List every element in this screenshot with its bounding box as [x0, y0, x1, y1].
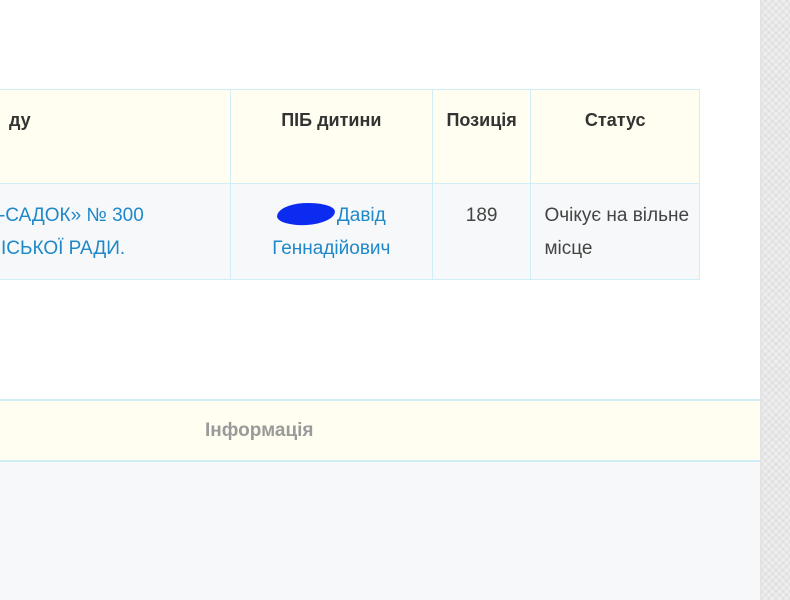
scrollbar-track[interactable] — [760, 0, 790, 600]
cell-school: ЯСЛА-САДОК» № 300 ІСЬКОЇ РАДИ. — [0, 183, 231, 280]
child-name-link[interactable]: Давід Геннадійович — [272, 201, 390, 259]
school-link[interactable]: ЯСЛА-САДОК» № 300 ІСЬКОЇ РАДИ. — [0, 205, 144, 259]
info-panel-title: Інформація — [205, 419, 314, 441]
cell-child-name: Давід Геннадійович — [229, 183, 433, 280]
table-header-row: ду ПІБ дитини Позиція Статус — [0, 89, 700, 184]
column-header-child-name: ПІБ дитини — [229, 89, 433, 184]
cell-status: Очікує на вільне місце — [530, 183, 700, 280]
column-header-school: ду — [0, 89, 231, 184]
info-panel: Інформація — [0, 399, 760, 600]
column-header-position: Позиція — [431, 89, 532, 184]
info-panel-header: Інформація — [0, 401, 760, 462]
queue-table: ду ПІБ дитини Позиція Статус ЯСЛА-САДОК»… — [0, 89, 700, 280]
column-header-status: Статус — [530, 89, 700, 184]
redaction-mark — [276, 201, 336, 227]
page-content: ду ПІБ дитини Позиція Статус ЯСЛА-САДОК»… — [0, 0, 760, 600]
cell-position: 189 — [431, 183, 532, 280]
table-row: ЯСЛА-САДОК» № 300 ІСЬКОЇ РАДИ. Давід Ген… — [0, 183, 700, 280]
